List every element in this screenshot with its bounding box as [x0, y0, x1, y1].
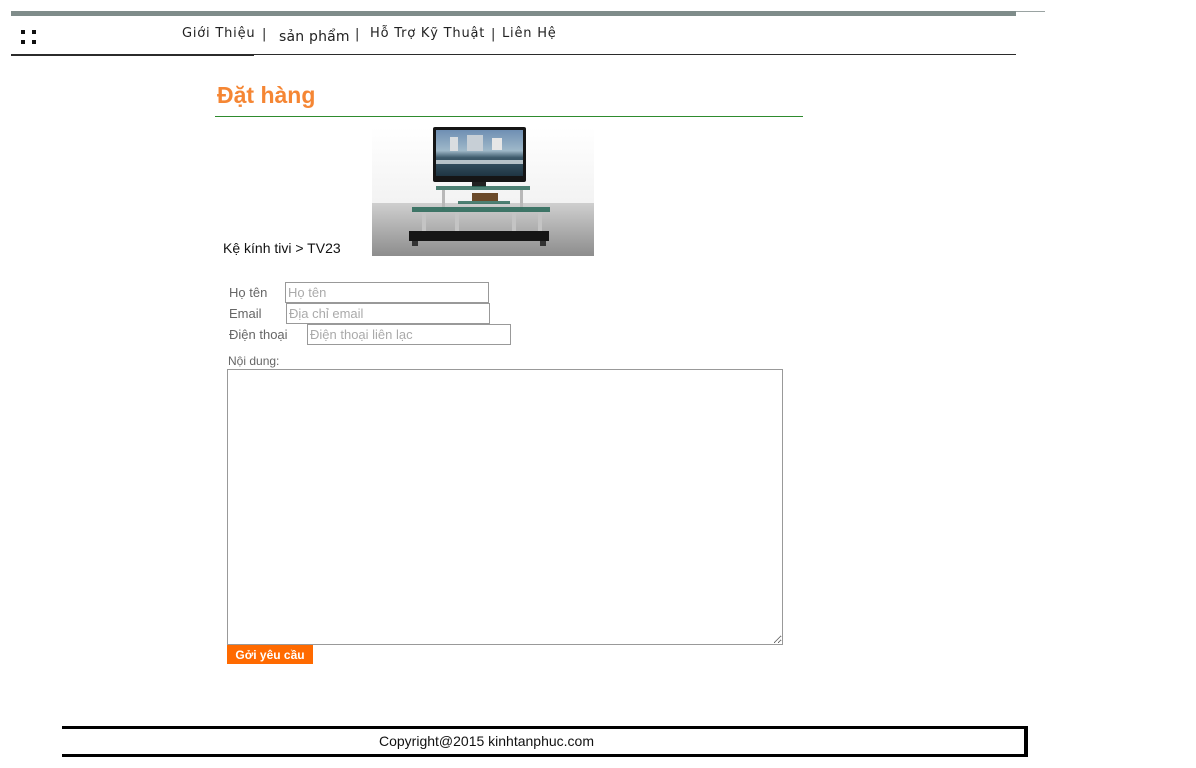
- nav-separator: |: [262, 27, 268, 42]
- phone-label: Điện thoại: [229, 327, 288, 342]
- nav-separator: |: [355, 27, 361, 42]
- name-label: Họ tên: [229, 285, 268, 300]
- header-divider: [254, 54, 1016, 55]
- nav-item-ho-tro-ky-thuat[interactable]: Hỗ Trợ Kỹ Thuật: [370, 26, 485, 41]
- header-divider: [11, 54, 254, 56]
- name-field[interactable]: [285, 282, 489, 303]
- product-breadcrumb: Kệ kính tivi > TV23: [223, 240, 341, 256]
- product-image[interactable]: [372, 127, 594, 256]
- content-label: Nội dung:: [228, 354, 280, 368]
- nav-separator: |: [491, 27, 497, 42]
- top-bar-extension: [1016, 11, 1045, 12]
- logo-icon[interactable]: [20, 28, 40, 46]
- nav-item-gioi-thieu[interactable]: Giới Thiệu: [182, 26, 255, 41]
- submit-button[interactable]: Gởi yêu cầu: [227, 645, 313, 664]
- nav-item-san-pham[interactable]: sản phẩm: [279, 29, 350, 45]
- footer-copyright: Copyright@2015 kinhtanphuc.com: [379, 733, 595, 749]
- phone-field[interactable]: [307, 324, 511, 345]
- email-label: Email: [229, 306, 262, 321]
- nav-item-lien-he[interactable]: Liên Hệ: [502, 26, 557, 41]
- title-divider: [215, 116, 803, 117]
- content-textarea[interactable]: [227, 369, 783, 645]
- email-field[interactable]: [286, 303, 490, 324]
- page-title: Đặt hàng: [217, 82, 316, 108]
- top-bar: [11, 11, 1016, 16]
